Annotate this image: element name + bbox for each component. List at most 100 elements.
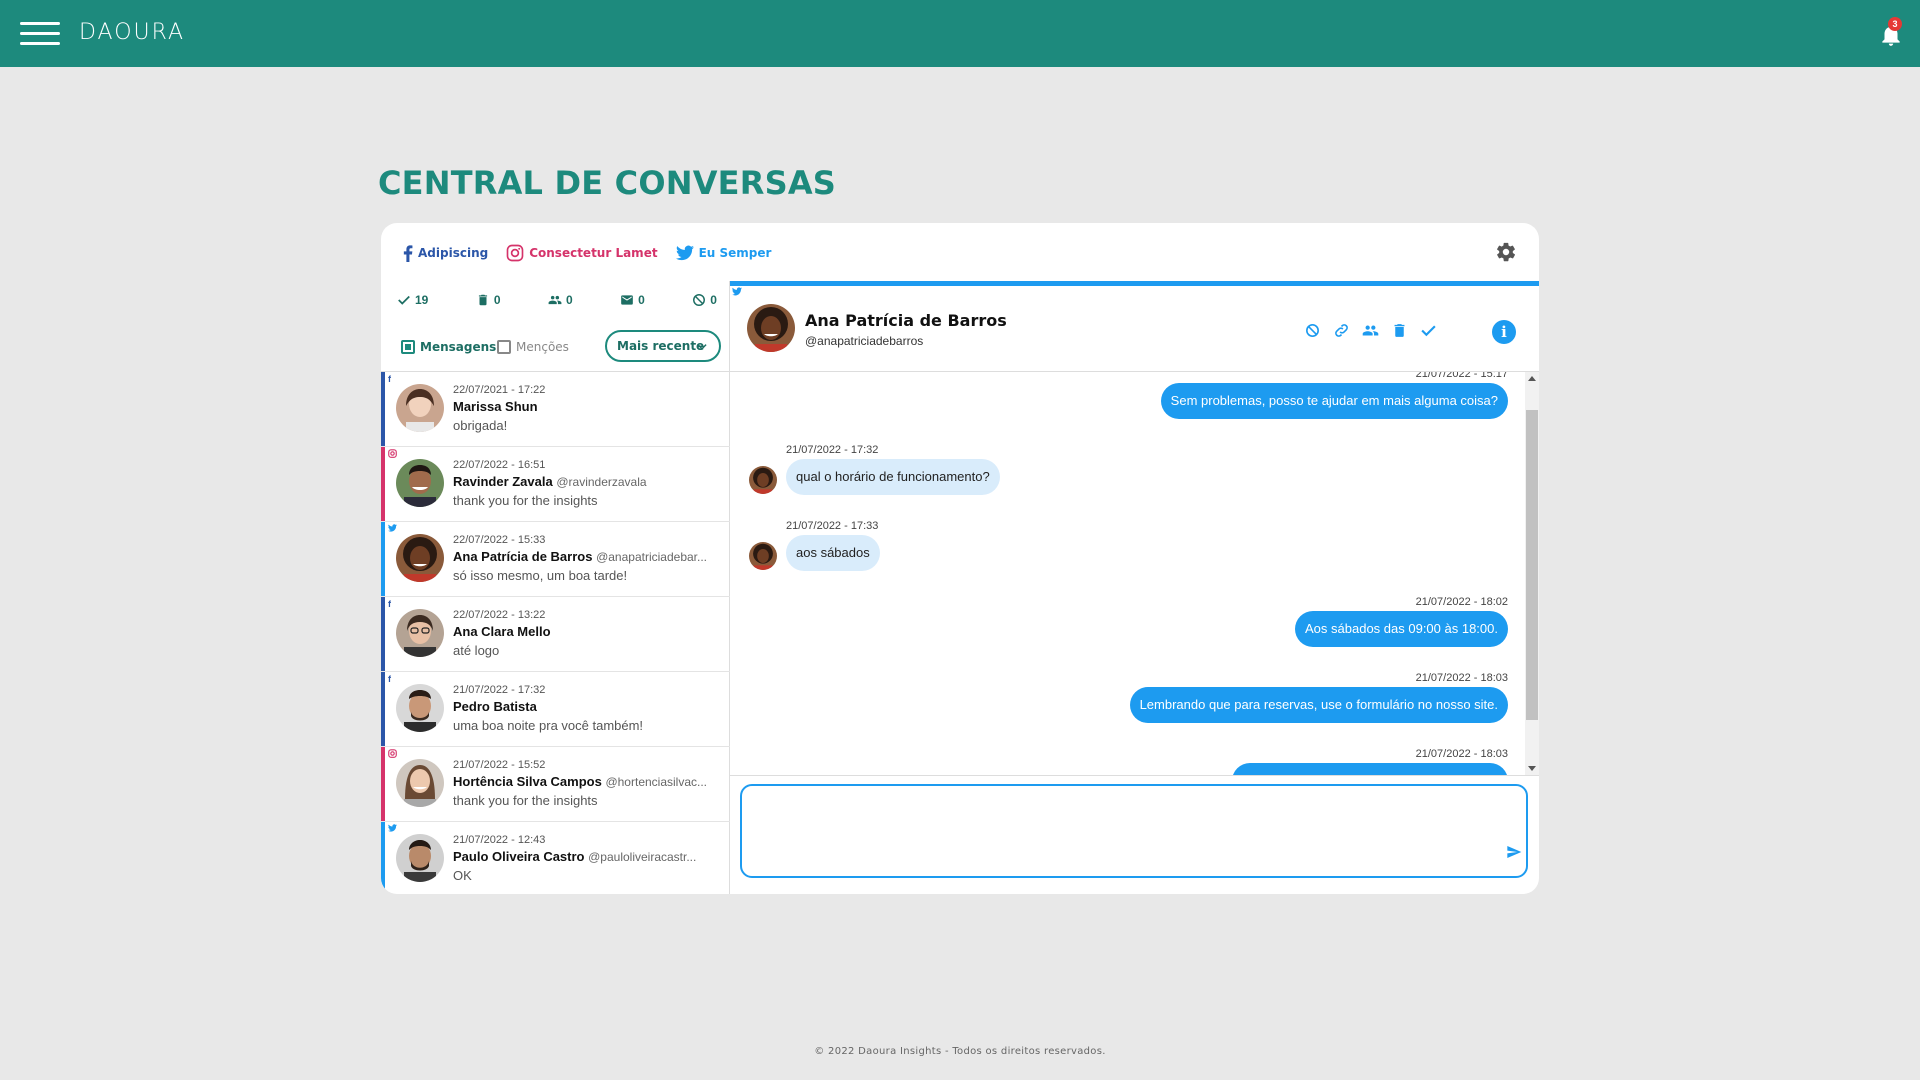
avatar: [396, 834, 444, 882]
page-title: CENTRAL DE CONVERSAS: [378, 164, 837, 202]
stat-unread[interactable]: 0: [620, 293, 645, 307]
avatar: [396, 534, 444, 582]
block-icon: [693, 294, 706, 306]
avatar: [396, 684, 444, 732]
contact-name: Ravinder Zavala: [453, 474, 553, 489]
chat-panel: Ana Patrícia de Barros @anapatriciadebar…: [730, 281, 1539, 894]
twitter-icon: [675, 245, 694, 261]
conversation-meta: 22/07/2022 - 15:33 Ana Patrícia de Barro…: [453, 533, 723, 585]
avatar: [396, 759, 444, 807]
conversation-center-card: Adipiscing Consectetur Lamet Eu Semper 1…: [381, 223, 1539, 894]
trash-icon[interactable]: [1391, 322, 1408, 339]
channel-instagram[interactable]: Consectetur Lamet: [506, 244, 658, 262]
conversation-date: 21/07/2022 - 17:32: [453, 684, 546, 696]
network-stripe: [381, 822, 385, 894]
group-icon[interactable]: [1362, 322, 1379, 339]
app-logo[interactable]: DAOURA: [79, 20, 185, 45]
message-timestamp: 21/07/2022 - 18:02: [1415, 596, 1508, 608]
channel-twitter[interactable]: Eu Semper: [675, 245, 771, 261]
channel-tabs: Adipiscing Consectetur Lamet Eu Semper: [403, 241, 771, 265]
conversation-list: f 22/07/2021 - 17:22 Marissa Shun obriga…: [381, 371, 730, 894]
checkbox-unchecked: [497, 340, 511, 354]
group-icon: [548, 295, 562, 305]
last-message: uma boa noite pra você também!: [453, 718, 644, 733]
conversation-item[interactable]: f 22/07/2021 - 17:22 Marissa Shun obriga…: [381, 372, 730, 447]
contact-name: Marissa Shun: [453, 399, 538, 414]
stat-assigned[interactable]: 0: [548, 293, 573, 307]
conversation-date: 22/07/2021 - 17:22: [453, 384, 546, 396]
facebook-icon: f: [388, 674, 391, 684]
facebook-icon: [403, 244, 413, 262]
conversation-item[interactable]: 22/07/2022 - 16:51 Ravinder Zavala @ravi…: [381, 447, 730, 522]
avatar: [749, 542, 777, 570]
contact-handle: @pauloliveiracastr...: [588, 850, 697, 864]
sort-dropdown[interactable]: Mais recente: [605, 330, 721, 362]
message-timestamp: 21/07/2022 - 17:32: [786, 444, 879, 456]
send-icon[interactable]: [1506, 844, 1522, 860]
conversation-panel: 19 0 0 0 0 Mensagens Menções Mais recent…: [381, 281, 730, 894]
last-message: thank you for the insights: [453, 493, 598, 508]
chat-header: Ana Patrícia de Barros @anapatriciadebar…: [730, 286, 1539, 372]
message-bubble-incoming: qual o horário de funcionamento?: [786, 459, 1000, 495]
info-icon[interactable]: i: [1492, 320, 1516, 344]
check-icon[interactable]: [1420, 322, 1437, 339]
checkbox-label: Mensagens: [420, 340, 497, 354]
conversation-item[interactable]: 21/07/2022 - 15:52 Hortência Silva Campo…: [381, 747, 730, 822]
network-stripe: [381, 597, 385, 671]
last-message: obrigada!: [453, 418, 508, 433]
conversation-item[interactable]: 21/07/2022 - 12:43 Paulo Oliveira Castro…: [381, 822, 730, 894]
last-message: só isso mesmo, um boa tarde!: [453, 568, 628, 583]
contact-name: Paulo Oliveira Castro: [453, 849, 585, 864]
chat-contact-name: Ana Patrícia de Barros: [805, 311, 1007, 330]
message-bubble-outgoing: [1232, 763, 1508, 775]
conversation-meta: 21/07/2022 - 17:32 Pedro Batista uma boa…: [453, 683, 723, 735]
stat-value: 19: [415, 293, 429, 307]
avatar: [396, 384, 444, 432]
avatar: [396, 459, 444, 507]
avatar: [749, 466, 777, 494]
messages-checkbox[interactable]: Mensagens: [401, 340, 496, 354]
scroll-down-arrow-icon[interactable]: [1528, 766, 1536, 771]
mentions-checkbox[interactable]: Menções: [497, 340, 569, 354]
channel-facebook[interactable]: Adipiscing: [403, 244, 489, 262]
stat-resolved[interactable]: 19: [397, 293, 428, 307]
network-stripe: [381, 522, 385, 596]
conversation-date: 21/07/2022 - 12:43: [453, 834, 546, 846]
chevron-down-icon: [697, 344, 707, 350]
instagram-icon: [388, 449, 397, 458]
contact-name: Ana Clara Mello: [453, 624, 551, 639]
message-scrollbar[interactable]: [1525, 372, 1539, 775]
chat-actions: [1304, 322, 1437, 339]
channel-label: Adipiscing: [418, 246, 489, 260]
mail-icon: [621, 295, 633, 305]
conversation-filters: Mensagens Menções Mais recente: [401, 330, 721, 364]
contact-handle: @hortenciasilvac...: [605, 775, 708, 789]
message-timestamp: 21/07/2022 - 17:33: [786, 520, 879, 532]
link-icon[interactable]: [1333, 322, 1350, 339]
conversation-item[interactable]: 22/07/2022 - 15:33 Ana Patrícia de Barro…: [381, 522, 730, 597]
scrollbar-thumb[interactable]: [1526, 410, 1538, 720]
checkbox-checked: [401, 340, 415, 354]
stat-deleted[interactable]: 0: [476, 293, 501, 307]
conversation-date: 22/07/2022 - 15:33: [453, 534, 546, 546]
menu-icon[interactable]: [20, 22, 60, 46]
scroll-up-arrow-icon[interactable]: [1528, 376, 1536, 381]
twitter-icon: [388, 524, 397, 532]
conversation-item[interactable]: f 22/07/2022 - 13:22 Ana Clara Mello até…: [381, 597, 730, 672]
conversation-item[interactable]: f 21/07/2022 - 17:32 Pedro Batista uma b…: [381, 672, 730, 747]
message-bubble-outgoing: Lembrando que para reservas, use o formu…: [1129, 687, 1508, 723]
facebook-icon: f: [388, 374, 391, 384]
conversation-date: 22/07/2022 - 16:51: [453, 459, 546, 471]
last-message: até logo: [453, 643, 500, 658]
avatar: [396, 609, 444, 657]
network-stripe: [381, 672, 385, 746]
block-icon[interactable]: [1304, 322, 1321, 339]
instagram-icon: [388, 749, 397, 758]
twitter-icon: [388, 824, 397, 832]
conversation-stats: 19 0 0 0 0: [397, 293, 717, 307]
settings-gear-icon[interactable]: [1495, 241, 1517, 263]
stat-blocked[interactable]: 0: [692, 293, 717, 307]
contact-name: Hortência Silva Campos: [453, 774, 602, 789]
message-input[interactable]: [740, 784, 1528, 878]
network-stripe: [381, 372, 385, 446]
